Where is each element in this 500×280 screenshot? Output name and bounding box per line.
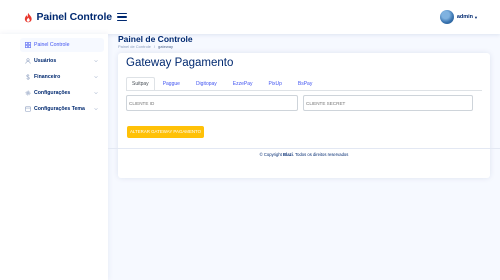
sidebar-item-label: Usuários bbox=[34, 58, 57, 64]
person-icon bbox=[25, 58, 31, 64]
window-icon bbox=[25, 106, 31, 112]
avatar bbox=[439, 10, 454, 24]
breadcrumb: Painel de Controle / gateway bbox=[118, 44, 173, 49]
tab-ezzepay[interactable]: EzzePay bbox=[227, 77, 259, 91]
copyright-brand: Blazi bbox=[283, 152, 293, 157]
card-title: Gateway Pagamento bbox=[126, 57, 234, 69]
breadcrumb-current: gateway bbox=[158, 44, 173, 49]
chevron-down-icon bbox=[94, 76, 98, 79]
brand-logo[interactable]: Painel Controle bbox=[24, 11, 112, 23]
page-title: Painel de Controle bbox=[118, 34, 193, 44]
grid-icon bbox=[25, 42, 31, 48]
sidebar-item-configuracoes[interactable]: Configurações bbox=[20, 86, 104, 100]
sidebar-nav: Painel Controle Usuários Financeiro Conf… bbox=[0, 36, 108, 116]
footer: © Copyright Blazi. Todos os direitos res… bbox=[108, 148, 500, 157]
sidebar-item-usuarios[interactable]: Usuários bbox=[20, 54, 104, 68]
user-name: admin bbox=[456, 14, 474, 20]
caret-down-icon: ▼ bbox=[474, 14, 478, 20]
user-profile-dropdown[interactable]: admin ▼ bbox=[439, 10, 478, 24]
gear-icon bbox=[25, 90, 31, 96]
update-gateway-button[interactable]: ALTERAR GATEWAY PAGAMENTO bbox=[127, 126, 205, 138]
tab-bspay[interactable]: BsPay bbox=[292, 77, 318, 91]
breadcrumb-separator: / bbox=[153, 44, 156, 49]
chevron-down-icon bbox=[94, 108, 98, 111]
footer-divider bbox=[108, 148, 500, 149]
sidebar-item-label: Painel Controle bbox=[34, 42, 70, 48]
sidebar-item-configuracoes-tema[interactable]: Configurações Tema bbox=[20, 102, 104, 116]
brand-name: Painel Controle bbox=[36, 11, 112, 23]
hamburger-menu-icon[interactable] bbox=[117, 13, 127, 21]
chevron-down-icon bbox=[94, 60, 98, 63]
client-secret-input[interactable] bbox=[303, 95, 473, 111]
gateway-card: Gateway Pagamento Suitpay Paggue Digitop… bbox=[118, 53, 490, 178]
tab-digitopay[interactable]: Digitopay bbox=[190, 77, 223, 91]
sidebar-item-financeiro[interactable]: Financeiro bbox=[20, 70, 104, 84]
dollar-icon bbox=[26, 74, 30, 80]
sidebar-item-label: Configurações Tema bbox=[34, 106, 85, 112]
tabs-divider bbox=[126, 90, 482, 91]
client-id-input[interactable] bbox=[126, 95, 298, 111]
tab-suitpay[interactable]: Suitpay bbox=[126, 77, 155, 91]
flame-logo-icon bbox=[24, 12, 32, 22]
copyright-prefix: © Copyright bbox=[259, 152, 283, 157]
copyright-suffix: . Todos os direitos reservados bbox=[292, 152, 349, 157]
gateway-tabs: Suitpay Paggue Digitopay EzzePay PixUp B… bbox=[126, 77, 322, 91]
breadcrumb-link-home[interactable]: Painel de Controle bbox=[118, 44, 151, 49]
tab-pixup[interactable]: PixUp bbox=[263, 77, 288, 91]
chevron-down-icon bbox=[94, 92, 98, 95]
main-content: Painel de Controle Painel de Controle / ga… bbox=[108, 34, 500, 280]
top-header: Painel Controle admin ▼ bbox=[0, 0, 500, 34]
sidebar-item-label: Financeiro bbox=[34, 74, 61, 80]
sidebar-item-painel-controle[interactable]: Painel Controle bbox=[20, 38, 104, 52]
sidebar: Painel Controle Usuários Financeiro Conf… bbox=[0, 34, 108, 280]
tab-paggue[interactable]: Paggue bbox=[157, 77, 186, 91]
sidebar-item-label: Configurações bbox=[34, 90, 71, 96]
